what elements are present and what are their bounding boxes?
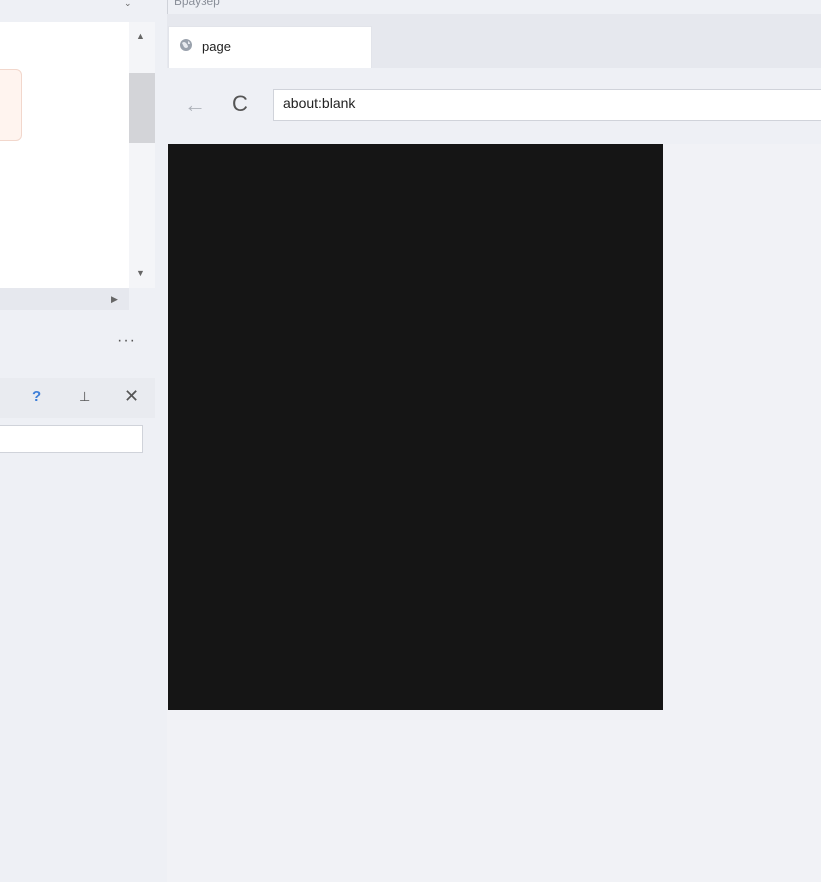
tab-page[interactable]	[168, 26, 372, 68]
list-card[interactable]	[0, 69, 22, 141]
scroll-down-arrow-icon[interactable]: ▼	[136, 268, 145, 278]
more-options-button[interactable]: ···	[117, 332, 136, 350]
left-bottom-panel	[0, 378, 156, 882]
address-bar[interactable]: about:blank	[273, 89, 821, 121]
globe-icon	[180, 39, 192, 51]
vertical-scroll-thumb[interactable]	[129, 73, 155, 143]
vertical-scrollbar[interactable]	[129, 22, 155, 288]
pin-icon[interactable]: ⊥	[79, 389, 90, 405]
browser-panel-title: Браузер	[174, 0, 220, 8]
left-list-area	[0, 22, 129, 288]
page-canvas[interactable]	[168, 144, 663, 710]
horizontal-scrollbar[interactable]	[0, 288, 129, 310]
back-arrow-icon[interactable]: ←	[184, 92, 206, 118]
reload-icon[interactable]: C	[232, 91, 248, 117]
scroll-right-arrow-icon[interactable]: ▶	[111, 294, 118, 304]
close-icon[interactable]: ✕	[124, 386, 139, 407]
search-input[interactable]	[0, 425, 143, 453]
tab-label[interactable]: page	[202, 39, 231, 54]
collapse-chevron-icon[interactable]: ⌄	[124, 0, 132, 8]
help-button[interactable]: ?	[32, 388, 41, 405]
scroll-up-arrow-icon[interactable]: ▲	[136, 31, 145, 41]
